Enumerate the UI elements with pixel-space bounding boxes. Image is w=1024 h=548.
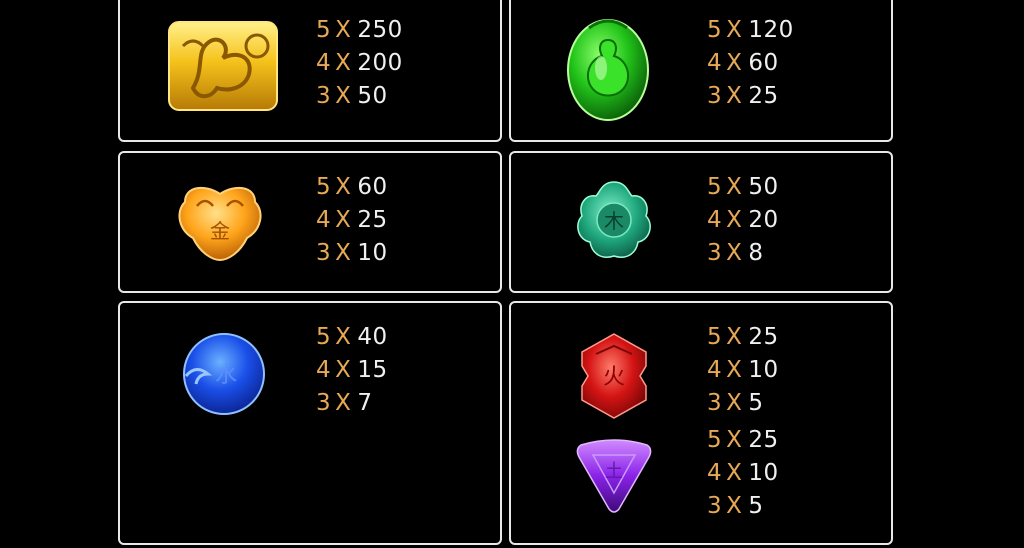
purple-earth-icon: 土 [573, 435, 655, 515]
pay-row: 4 X 60 [707, 50, 779, 76]
pay-row: 5 X 60 [316, 174, 388, 200]
pay-row: 4 X 10 [707, 460, 779, 486]
paytable-metal: 5 X 60 4 X 25 3 X 10 [316, 171, 388, 270]
paytable-fire: 5 X 25 4 X 10 3X5 [707, 321, 779, 420]
metal-glyph: 金 [210, 219, 230, 243]
pay-row: 4 X 200 [316, 50, 403, 76]
pay-row: 5 X 40 [316, 324, 388, 350]
pay-row: 3 X 25 [707, 83, 779, 109]
fire-glyph: 火 [603, 365, 625, 390]
paytable-water: 5 X 40 4 X 15 3X7 [316, 321, 388, 420]
gold-dragon-icon [165, 18, 281, 114]
wood-glyph: 木 [604, 209, 624, 233]
paytable-panel-wood [509, 151, 893, 293]
blue-water-icon: 水 [180, 332, 266, 416]
red-fire-icon: 火 [574, 332, 654, 420]
earth-glyph: 土 [605, 461, 623, 482]
pay-row: 5 X 25 [707, 427, 779, 453]
orange-metal-icon: 金 [175, 182, 265, 262]
pay-row: 4 X 20 [707, 207, 779, 233]
pay-row: 5 X 120 [707, 17, 794, 43]
pay-row: 3 X 50 [316, 83, 388, 109]
paytable-gourd: 5 X 120 4 X 60 3 X 25 [707, 14, 794, 113]
paytable-panel-water [118, 301, 502, 545]
paytable-wood: 5 X 50 4 X 20 3X8 [707, 171, 779, 270]
paytable-panel-fire-earth [509, 301, 893, 545]
pay-row: 3X5 [707, 493, 764, 519]
pay-row: 3X7 [316, 390, 373, 416]
teal-wood-icon: 木 [574, 178, 654, 264]
paytable-dragon: 5 X 250 4 X 200 3 X 50 [316, 14, 403, 113]
pay-row: 3X5 [707, 390, 764, 416]
water-glyph: 水 [215, 363, 237, 388]
pay-row: 3 X 10 [316, 240, 388, 266]
green-gourd-icon [565, 12, 651, 122]
pay-row: 4 X 25 [316, 207, 388, 233]
pay-row: 5 X 25 [707, 324, 779, 350]
pay-row: 4 X 15 [316, 357, 388, 383]
pay-row: 5 X 50 [707, 174, 779, 200]
paytable-earth: 5 X 25 4 X 10 3X5 [707, 424, 779, 523]
pay-row: 5 X 250 [316, 17, 403, 43]
pay-row: 4 X 10 [707, 357, 779, 383]
pay-row: 3X8 [707, 240, 764, 266]
